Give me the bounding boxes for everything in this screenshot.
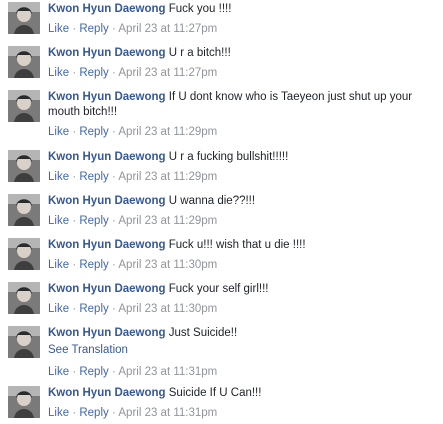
- profile-photo-icon: [8, 386, 40, 418]
- reply-link[interactable]: Reply: [79, 259, 108, 271]
- separator: ·: [72, 23, 77, 35]
- reply-link[interactable]: Reply: [79, 67, 108, 79]
- separator: ·: [72, 67, 77, 79]
- profile-photo-icon: [8, 150, 40, 182]
- comment-author[interactable]: Kwon Hyun Daewong: [48, 91, 166, 103]
- comment-body: Kwon Hyun Daewong If U dont know who is …: [48, 90, 440, 139]
- reply-link[interactable]: Reply: [79, 366, 108, 378]
- profile-photo-icon: [8, 90, 40, 122]
- profile-photo-icon: [8, 282, 40, 314]
- avatar[interactable]: [8, 46, 40, 78]
- see-translation-link[interactable]: See Translation: [48, 343, 440, 358]
- comment-author[interactable]: Kwon Hyun Daewong: [48, 327, 166, 339]
- comment-text: Fuck your self girl!!!: [168, 283, 269, 295]
- separator: ·: [111, 407, 116, 419]
- separator: ·: [72, 215, 77, 227]
- comment-author[interactable]: Kwon Hyun Daewong: [48, 151, 166, 163]
- comment-body: Kwon Hyun Daewong U r a fucking bullshit…: [48, 150, 440, 184]
- comment-text: Fuck you !!!!: [168, 3, 232, 15]
- like-link[interactable]: Like: [48, 366, 69, 378]
- comment-actions: Like · Reply · April 23 at 11:27pm: [48, 22, 440, 36]
- comment-actions: Like · Reply · April 23 at 11:29pm: [48, 214, 440, 228]
- separator: ·: [111, 259, 116, 271]
- comment-timestamp[interactable]: April 23 at 11:29pm: [118, 126, 217, 138]
- comment-text: Suicide If U Can!!!: [168, 387, 262, 399]
- separator: ·: [111, 366, 116, 378]
- separator: ·: [72, 259, 77, 271]
- separator: ·: [72, 407, 77, 419]
- like-link[interactable]: Like: [48, 67, 69, 79]
- separator: ·: [72, 171, 77, 183]
- separator: ·: [72, 126, 77, 138]
- avatar[interactable]: [8, 150, 40, 182]
- comment-timestamp[interactable]: April 23 at 11:27pm: [118, 67, 217, 79]
- avatar[interactable]: [8, 326, 40, 358]
- comment-body: Kwon Hyun Daewong U wanna die??!!! Like …: [48, 194, 440, 228]
- like-link[interactable]: Like: [48, 23, 69, 35]
- avatar[interactable]: [8, 238, 40, 270]
- comment-actions: Like · Reply · April 23 at 11:29pm: [48, 170, 440, 184]
- comment-author[interactable]: Kwon Hyun Daewong: [48, 387, 166, 399]
- like-link[interactable]: Like: [48, 259, 69, 271]
- avatar[interactable]: [8, 386, 40, 418]
- comment-timestamp[interactable]: April 23 at 11:30pm: [118, 303, 217, 315]
- separator: ·: [111, 171, 116, 183]
- comment-actions: Like · Reply · April 23 at 11:30pm: [48, 258, 440, 272]
- comment-text: Fuck u!!! wish that u die !!!!: [168, 239, 306, 251]
- comment-body: Kwon Hyun Daewong Just Suicide!! See Tra…: [48, 326, 440, 379]
- like-link[interactable]: Like: [48, 303, 69, 315]
- separator: ·: [111, 215, 116, 227]
- profile-photo-icon: [8, 2, 40, 34]
- comment-body: Kwon Hyun Daewong Fuck you !!!! Like · R…: [48, 2, 440, 36]
- comment-timestamp[interactable]: April 23 at 11:29pm: [118, 215, 217, 227]
- like-link[interactable]: Like: [48, 215, 69, 227]
- separator: ·: [111, 23, 116, 35]
- comment-author[interactable]: Kwon Hyun Daewong: [48, 195, 166, 207]
- reply-link[interactable]: Reply: [79, 215, 108, 227]
- reply-link[interactable]: Reply: [79, 407, 108, 419]
- comment-actions: Like · Reply · April 23 at 11:29pm: [48, 125, 440, 139]
- comment-text: Just Suicide!!: [168, 327, 238, 339]
- comment-actions: Like · Reply · April 23 at 11:27pm: [48, 66, 440, 80]
- comment-timestamp[interactable]: April 23 at 11:30pm: [118, 259, 217, 271]
- comment-timestamp[interactable]: April 23 at 11:31pm: [118, 366, 217, 378]
- comment-actions: Like · Reply · April 23 at 11:31pm: [48, 406, 440, 420]
- comment-body: Kwon Hyun Daewong Fuck your self girl!!!…: [48, 282, 440, 316]
- profile-photo-icon: [8, 238, 40, 270]
- avatar[interactable]: [8, 2, 40, 34]
- separator: ·: [111, 67, 116, 79]
- comment-body: Kwon Hyun Daewong U r a bitch!!! Like · …: [48, 46, 440, 80]
- profile-photo-icon: [8, 46, 40, 78]
- comment-author[interactable]: Kwon Hyun Daewong: [48, 239, 166, 251]
- avatar[interactable]: [8, 194, 40, 226]
- reply-link[interactable]: Reply: [79, 126, 108, 138]
- comment-text: U wanna die??!!!: [168, 195, 256, 207]
- like-link[interactable]: Like: [48, 171, 69, 183]
- separator: ·: [111, 126, 116, 138]
- comment-author[interactable]: Kwon Hyun Daewong: [48, 47, 166, 59]
- comment-actions: Like · Reply · April 23 at 11:31pm: [48, 365, 440, 379]
- comment-actions: Like · Reply · April 23 at 11:30pm: [48, 302, 440, 316]
- comment-text: U r a bitch!!!: [168, 47, 231, 59]
- comment-timestamp[interactable]: April 23 at 11:27pm: [118, 23, 217, 35]
- profile-photo-icon: [8, 194, 40, 226]
- comment-timestamp[interactable]: April 23 at 11:29pm: [118, 171, 217, 183]
- comment-author[interactable]: Kwon Hyun Daewong: [48, 3, 166, 15]
- reply-link[interactable]: Reply: [79, 303, 108, 315]
- avatar[interactable]: [8, 282, 40, 314]
- separator: ·: [111, 303, 116, 315]
- comment-body: Kwon Hyun Daewong Suicide If U Can!!! Li…: [48, 386, 440, 420]
- comment-body: Kwon Hyun Daewong Fuck u!!! wish that u …: [48, 238, 440, 272]
- reply-link[interactable]: Reply: [79, 23, 108, 35]
- separator: ·: [72, 366, 77, 378]
- comment-author[interactable]: Kwon Hyun Daewong: [48, 283, 166, 295]
- like-link[interactable]: Like: [48, 126, 69, 138]
- reply-link[interactable]: Reply: [79, 171, 108, 183]
- avatar[interactable]: [8, 90, 40, 122]
- separator: ·: [72, 303, 77, 315]
- like-link[interactable]: Like: [48, 407, 69, 419]
- comment-timestamp[interactable]: April 23 at 11:31pm: [118, 407, 217, 419]
- comment-text: U r a fucking bullshit!!!!!: [168, 151, 289, 163]
- profile-photo-icon: [8, 326, 40, 358]
